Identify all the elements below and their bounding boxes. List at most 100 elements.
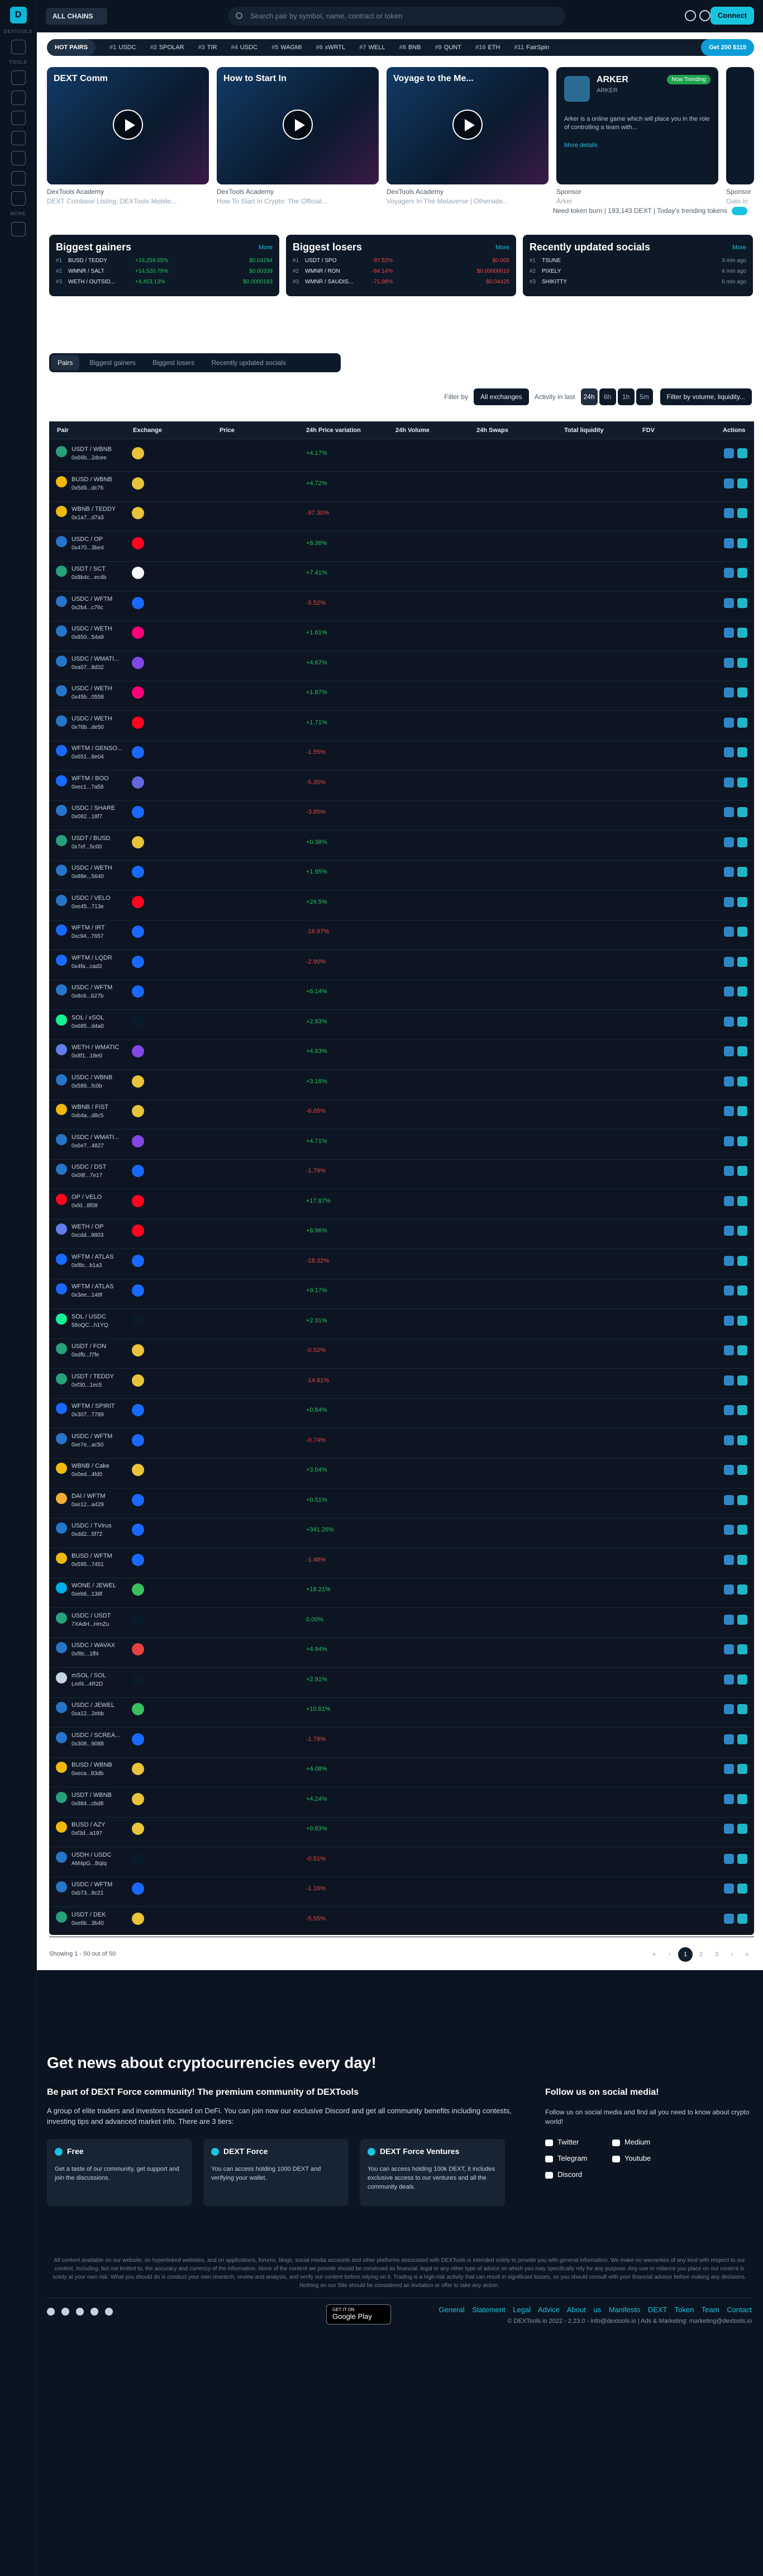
pair-name[interactable]: WBNB / Cake <box>71 1463 109 1469</box>
binoculars-icon[interactable] <box>724 1644 734 1654</box>
table-row[interactable]: USDC / WFTM 0x8c6...b27b +6.14% <box>49 978 754 1010</box>
binoculars-icon[interactable] <box>724 1525 734 1535</box>
col-volume[interactable]: 24h Volume <box>395 427 430 434</box>
tier-ventures[interactable]: DEXT Force Ventures You can access holdin… <box>360 2139 505 2206</box>
pair-name[interactable]: USDC / WETH <box>71 625 112 632</box>
hot-pair-item[interactable]: #1 USDC <box>109 39 136 56</box>
binoculars-icon[interactable] <box>724 1375 734 1386</box>
swap-icon[interactable] <box>737 1375 747 1386</box>
swap-icon[interactable] <box>737 1435 747 1445</box>
video-card[interactable]: DEXT Comm <box>47 67 209 184</box>
pair-name[interactable]: WFTM / LQDR <box>71 955 112 961</box>
swap-icon[interactable] <box>737 1913 747 1924</box>
pair-address[interactable]: 0x3ee...148f <box>71 1292 102 1298</box>
binoculars-icon[interactable] <box>724 956 734 967</box>
table-row[interactable]: WFTM / BOO 0xec1...7a58 -5.35% <box>49 768 754 801</box>
video-card[interactable]: Voyage to the Me... <box>387 67 549 184</box>
table-row[interactable]: SOL / xSOL 0x685...d4a0 +2.93% <box>49 1008 754 1040</box>
pair-address[interactable]: 0xdfb...f7fe <box>71 1352 99 1358</box>
pair-name[interactable]: SOL / USDC <box>71 1313 106 1320</box>
table-row[interactable]: BUSD / WFTM 0x595...7451 -1.48% <box>49 1546 754 1578</box>
pair-name[interactable]: USDT / WBNB <box>71 1792 112 1799</box>
telegram-icon[interactable] <box>61 2308 69 2316</box>
dextools-logo[interactable]: D <box>9 7 27 23</box>
pair-address[interactable]: 0xa12...2ebb <box>71 1711 104 1717</box>
pair-address[interactable]: 0xcdd...9803 <box>71 1232 103 1239</box>
table-row[interactable]: USDC / WMATI... 0x6e7...4827 +4.71% <box>49 1127 754 1160</box>
pair-address[interactable]: 0x45b...0558 <box>71 694 104 700</box>
pair-address[interactable]: 0xe7e...ac50 <box>71 1442 103 1448</box>
binoculars-icon[interactable] <box>724 1196 734 1206</box>
pair-name[interactable]: USDC / WAVAX <box>71 1642 115 1649</box>
binoculars-icon[interactable] <box>724 1016 734 1027</box>
pair-name[interactable]: DAI / WFTM <box>71 1493 106 1500</box>
footer-link[interactable]: Legal Advice <box>513 2305 560 2314</box>
table-row[interactable]: WONE / JEWEL 0xeb6...138f +18.21% <box>49 1576 754 1608</box>
medium-icon[interactable] <box>90 2308 98 2316</box>
page-1-button[interactable]: 1 <box>678 1947 693 1962</box>
swap-icon[interactable] <box>737 597 747 608</box>
table-row[interactable]: USDC / JEWEL 0xa12...2ebb +10.61% <box>49 1695 754 1728</box>
swap-icon[interactable] <box>737 1554 747 1565</box>
connect-button[interactable]: Connect <box>710 7 754 25</box>
hot-pair-item[interactable]: #11 FairSpin <box>514 39 549 56</box>
pair-name[interactable]: WFTM / GENSO... <box>71 745 122 752</box>
pair-name[interactable]: WETH / OP <box>71 1223 103 1230</box>
swap-icon[interactable] <box>737 986 747 997</box>
swap-icon[interactable] <box>737 1076 747 1087</box>
pair-address[interactable]: 0xb73...8c21 <box>71 1890 103 1896</box>
discord-link[interactable]: Discord <box>545 2170 612 2179</box>
pair-name[interactable]: USDC / WETH <box>71 715 112 722</box>
pair-address[interactable]: 0x470...3be4 <box>71 545 104 551</box>
footer-link[interactable]: DEXT Token <box>648 2305 694 2314</box>
video-subtitle[interactable]: Voyagers In The Metaverse | Otherside... <box>387 197 549 205</box>
binoculars-icon[interactable] <box>724 1106 734 1116</box>
pair-name[interactable]: USDC / DST <box>71 1164 106 1170</box>
binoculars-icon[interactable] <box>724 1913 734 1924</box>
loser-row[interactable]: #3 WMNR / SAUDIS... -71.08% $0.04425 <box>293 279 509 285</box>
pair-name[interactable]: USDC / WMATI... <box>71 656 119 662</box>
pair-address[interactable]: 0x850...54a9 <box>71 634 104 641</box>
binoculars-icon[interactable] <box>724 1674 734 1685</box>
pair-address[interactable]: 0x884...cbd8 <box>71 1801 103 1807</box>
youtube-link[interactable]: Youtube <box>612 2154 679 2162</box>
bank-icon[interactable] <box>11 111 26 125</box>
more-link[interactable]: More <box>259 244 273 251</box>
pair-address[interactable]: 0x7ef...5c00 <box>71 844 102 850</box>
chart-icon[interactable] <box>11 131 26 145</box>
pair-name[interactable]: USDT / WBNB <box>71 446 112 453</box>
youtube-icon[interactable] <box>105 2308 113 2316</box>
pair-address[interactable]: AM4pG...Bqtq <box>71 1861 107 1867</box>
binoculars-icon[interactable] <box>724 1345 734 1355</box>
hot-pair-item[interactable]: #5 WAGMI <box>271 39 302 56</box>
home-icon[interactable] <box>11 40 26 54</box>
swap-icon[interactable] <box>737 657 747 668</box>
hot-pair-item[interactable]: #9 QUNT <box>435 39 461 56</box>
rocket-icon[interactable] <box>11 70 26 85</box>
video-subtitle[interactable]: How To Start In Crypto: The Official... <box>217 197 379 205</box>
swap-icon[interactable] <box>737 1016 747 1027</box>
pair-address[interactable]: 0xec1...7a58 <box>71 784 103 790</box>
binoculars-icon[interactable] <box>724 478 734 488</box>
hot-pair-item[interactable]: #6 xWRTL <box>316 39 346 56</box>
pair-name[interactable]: BUSD / WFTM <box>71 1553 112 1559</box>
hot-pair-item[interactable]: #10 ETH <box>475 39 500 56</box>
table-row[interactable]: USDC / WETH 0x76b...de50 +1.71% <box>49 709 754 741</box>
pair-address[interactable]: 0x307...7789 <box>71 1412 104 1418</box>
pair-name[interactable]: USDC / WFTM <box>71 596 112 603</box>
binoculars-icon[interactable] <box>724 687 734 698</box>
pair-address[interactable]: 0x1a7...d7a3 <box>71 515 104 521</box>
pair-name[interactable]: BUSD / WBNB <box>71 476 112 483</box>
hot-pair-item[interactable]: #8 BNB <box>399 39 421 56</box>
pair-name[interactable]: USDC / WFTM <box>71 1881 112 1888</box>
pair-name[interactable]: WBNB / FIST <box>71 1104 108 1111</box>
swap-icon[interactable] <box>737 717 747 728</box>
docs-icon[interactable] <box>11 222 26 236</box>
col-swaps[interactable]: 24h Swaps <box>476 427 508 434</box>
pair-name[interactable]: USDC / WFTM <box>71 1433 112 1440</box>
table-row[interactable]: USDC / WETH 0x88e...5640 +1.95% <box>49 858 754 890</box>
binoculars-icon[interactable] <box>724 1166 734 1176</box>
table-row[interactable]: USDC / WAVAX 0xf8c...1ff4 +4.94% <box>49 1635 754 1668</box>
pair-name[interactable]: OP / VELO <box>71 1194 102 1201</box>
swap-icon[interactable] <box>737 1614 747 1625</box>
